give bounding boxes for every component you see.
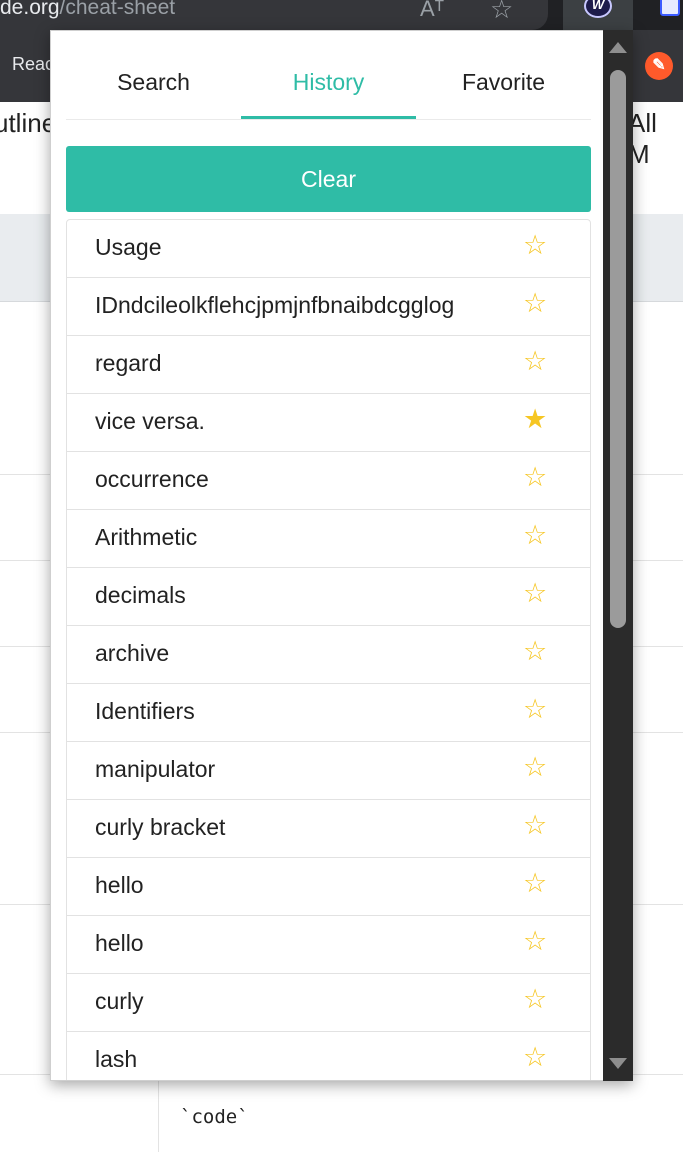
history-item-label[interactable]: vice versa. <box>95 408 205 435</box>
history-item-label[interactable]: hello <box>95 872 144 899</box>
star-outline-icon[interactable]: ☆ <box>523 522 547 549</box>
history-item[interactable]: decimals ☆ <box>67 568 590 626</box>
history-item[interactable]: occurrence ☆ <box>67 452 590 510</box>
tab-favorite[interactable]: Favorite <box>416 31 591 119</box>
history-item[interactable]: archive ☆ <box>67 626 590 684</box>
history-item-label[interactable]: decimals <box>95 582 186 609</box>
history-item[interactable]: regard ☆ <box>67 336 590 394</box>
star-outline-icon[interactable]: ☆ <box>523 638 547 665</box>
history-item[interactable]: IDndcileolkflehcjpmjnfbnaibdcgglog ☆ <box>67 278 590 336</box>
history-item[interactable]: vice versa. ★ <box>67 394 590 452</box>
star-outline-icon[interactable]: ☆ <box>523 348 547 375</box>
tab-history[interactable]: History <box>241 31 416 119</box>
bookmark-star-icon[interactable]: ☆ <box>490 0 513 25</box>
star-outline-icon[interactable]: ☆ <box>523 232 547 259</box>
history-item[interactable]: Arithmetic ☆ <box>67 510 590 568</box>
star-outline-icon[interactable]: ☆ <box>523 696 547 723</box>
popup-tabs: Search History Favorite <box>66 31 591 120</box>
star-outline-icon[interactable]: ☆ <box>523 754 547 781</box>
history-item[interactable]: lash ☆ <box>67 1032 590 1080</box>
history-item[interactable]: manipulator ☆ <box>67 742 590 800</box>
clear-history-button[interactable]: Clear <box>66 146 591 212</box>
page-heading-right: All M <box>628 108 657 169</box>
star-outline-icon[interactable]: ☆ <box>523 870 547 897</box>
star-outline-icon[interactable]: ☆ <box>523 1044 547 1071</box>
url-path: /cheat-sheet <box>59 0 176 19</box>
history-item-label[interactable]: IDndcileolkflehcjpmjnfbnaibdcgglog <box>95 292 454 319</box>
page-heading-left: utline <box>0 108 57 138</box>
address-bar[interactable]: de.org/cheat-sheet Aᵀ ☆ <box>0 0 548 30</box>
scrollbar-thumb[interactable] <box>610 70 626 628</box>
history-item-label[interactable]: curly bracket <box>95 814 225 841</box>
bookmark-item[interactable]: Reac <box>12 54 54 75</box>
popup-scrollbar[interactable] <box>603 30 633 1081</box>
history-item-label[interactable]: manipulator <box>95 756 215 783</box>
history-item-label[interactable]: curly <box>95 988 144 1015</box>
star-outline-icon[interactable]: ☆ <box>523 986 547 1013</box>
history-item[interactable]: hello ☆ <box>67 858 590 916</box>
star-filled-icon[interactable]: ★ <box>523 406 547 433</box>
star-outline-icon[interactable]: ☆ <box>523 812 547 839</box>
history-item[interactable]: hello ☆ <box>67 916 590 974</box>
history-item-label[interactable]: Arithmetic <box>95 524 197 551</box>
scroll-down-arrow-icon[interactable] <box>609 1058 627 1069</box>
history-item-label[interactable]: archive <box>95 640 169 667</box>
history-item[interactable]: Identifiers ☆ <box>67 684 590 742</box>
history-item-label[interactable]: hello <box>95 930 144 957</box>
history-item-label[interactable]: regard <box>95 350 161 377</box>
image-extension-icon[interactable] <box>660 0 680 16</box>
address-bar-url[interactable]: de.org/cheat-sheet <box>0 0 175 20</box>
star-outline-icon[interactable]: ☆ <box>523 928 547 955</box>
history-item[interactable]: curly ☆ <box>67 974 590 1032</box>
star-outline-icon[interactable]: ☆ <box>523 290 547 317</box>
table-column-divider <box>158 1080 159 1152</box>
history-item-label[interactable]: occurrence <box>95 466 209 493</box>
tag-extension-icon[interactable]: ✎ <box>645 52 673 80</box>
history-item[interactable]: Usage ☆ <box>67 220 590 278</box>
code-sample: `code` <box>180 1106 249 1128</box>
read-aloud-icon[interactable]: Aᵀ <box>420 0 444 22</box>
history-list: Usage ☆ IDndcileolkflehcjpmjnfbnaibdcgglog… <box>66 219 591 1080</box>
history-item[interactable]: curly bracket ☆ <box>67 800 590 858</box>
dictionary-popup: Search History Favorite Clear Usage ☆ IDndci… <box>50 30 633 1081</box>
star-outline-icon[interactable]: ☆ <box>523 580 547 607</box>
history-item-label[interactable]: Identifiers <box>95 698 195 725</box>
history-item-label[interactable]: lash <box>95 1046 137 1073</box>
tab-search[interactable]: Search <box>66 31 241 119</box>
url-host: de.org <box>0 0 60 19</box>
history-item-label[interactable]: Usage <box>95 234 161 261</box>
scroll-up-arrow-icon[interactable] <box>609 42 627 53</box>
star-outline-icon[interactable]: ☆ <box>523 464 547 491</box>
